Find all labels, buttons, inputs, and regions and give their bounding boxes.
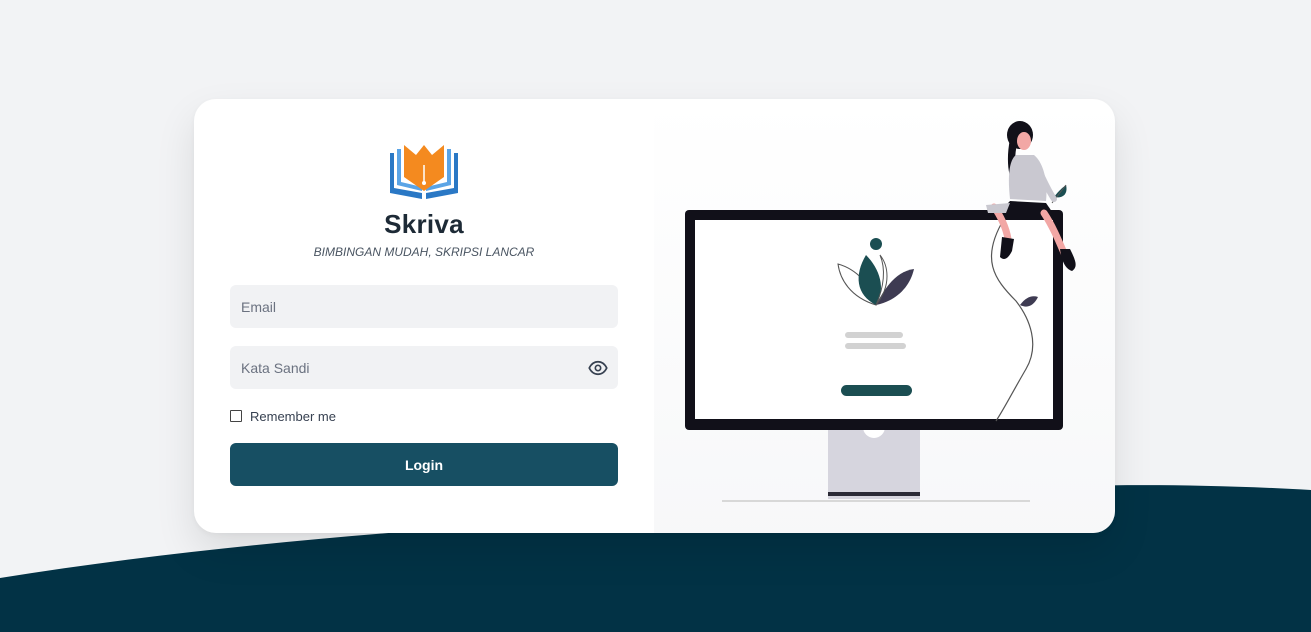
logo-icon xyxy=(390,145,458,199)
login-panel: Skriva BIMBINGAN MUDAH, SKRIPSI LANCAR R… xyxy=(230,99,618,533)
remember-me-toggle[interactable]: Remember me xyxy=(230,407,336,425)
email-input[interactable] xyxy=(230,285,618,328)
password-input[interactable] xyxy=(230,346,618,389)
login-button[interactable]: Login xyxy=(230,443,618,486)
remember-me-label: Remember me xyxy=(250,408,336,424)
brand-name: Skriva xyxy=(384,209,464,239)
login-card: Skriva BIMBINGAN MUDAH, SKRIPSI LANCAR R… xyxy=(194,99,1115,533)
computer-login-illustration xyxy=(685,121,1076,502)
eye-icon[interactable] xyxy=(588,358,608,378)
brand-tagline: BIMBINGAN MUDAH, SKRIPSI LANCAR xyxy=(313,245,535,259)
remember-me-checkbox[interactable] xyxy=(230,410,242,422)
